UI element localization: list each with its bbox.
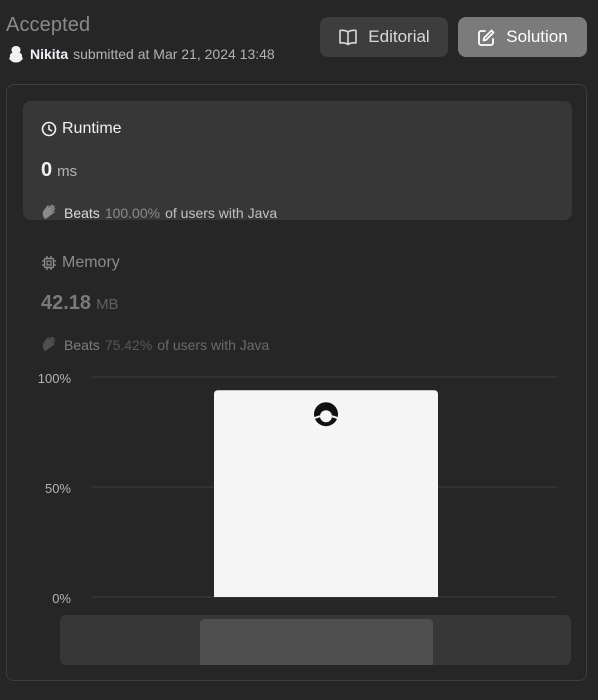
book-icon: [339, 29, 358, 46]
memory-beats: Beats 75.42% of users with Java: [41, 336, 269, 353]
clapping-hands-icon: [41, 204, 60, 221]
memory-beats-label: Beats: [64, 336, 100, 353]
memory-metric: 42.18 MB: [41, 292, 119, 315]
chart-range-slider-thumb[interactable]: [200, 619, 433, 665]
submission-status: Accepted: [6, 14, 91, 36]
clock-icon: [41, 121, 57, 137]
runtime-card[interactable]: Runtime 0 ms Beats 100.00% of users with…: [23, 101, 572, 221]
runtime-beats: Beats 100.00% of users with Java: [41, 204, 277, 221]
memory-beats-percent: 75.42%: [104, 336, 153, 353]
runtime-title-text: Runtime: [62, 120, 122, 137]
user-avatar-icon[interactable]: [8, 45, 24, 63]
runtime-beats-label: Beats: [64, 204, 100, 221]
memory-value: 42.18: [41, 292, 92, 314]
editorial-button[interactable]: Editorial: [320, 17, 448, 57]
chart-bar[interactable]: [214, 390, 438, 597]
memory-card[interactable]: Memory 42.18 MB Beats 75.42% of users wi…: [23, 238, 572, 353]
runtime-value: 0: [41, 159, 53, 181]
submitted-time: submitted at Mar 21, 2024 13:48: [73, 46, 275, 62]
editorial-label: Editorial: [368, 27, 430, 46]
runtime-title: Runtime: [41, 120, 122, 138]
memory-beats-text: of users with Java: [157, 336, 270, 353]
user-name-link[interactable]: Nikita: [30, 46, 68, 62]
edit-icon: [478, 29, 495, 46]
submission-header: Accepted Nikita submitted at Mar 21, 202…: [0, 0, 598, 80]
memory-unit: MB: [96, 296, 119, 313]
solution-label: Solution: [506, 27, 568, 46]
runtime-beats-text: of users with Java: [165, 204, 278, 221]
clapping-hands-icon: [41, 336, 60, 353]
runtime-metric: 0 ms: [41, 159, 77, 182]
runtime-beats-percent: 100.00%: [104, 204, 161, 221]
solution-button[interactable]: Solution: [458, 17, 587, 57]
submission-meta: Nikita submitted at Mar 21, 2024 13:48: [8, 45, 275, 63]
runtime-unit: ms: [57, 163, 78, 180]
memory-title: Memory: [41, 254, 120, 272]
chip-icon: [42, 256, 56, 270]
memory-title-text: Memory: [62, 254, 120, 271]
